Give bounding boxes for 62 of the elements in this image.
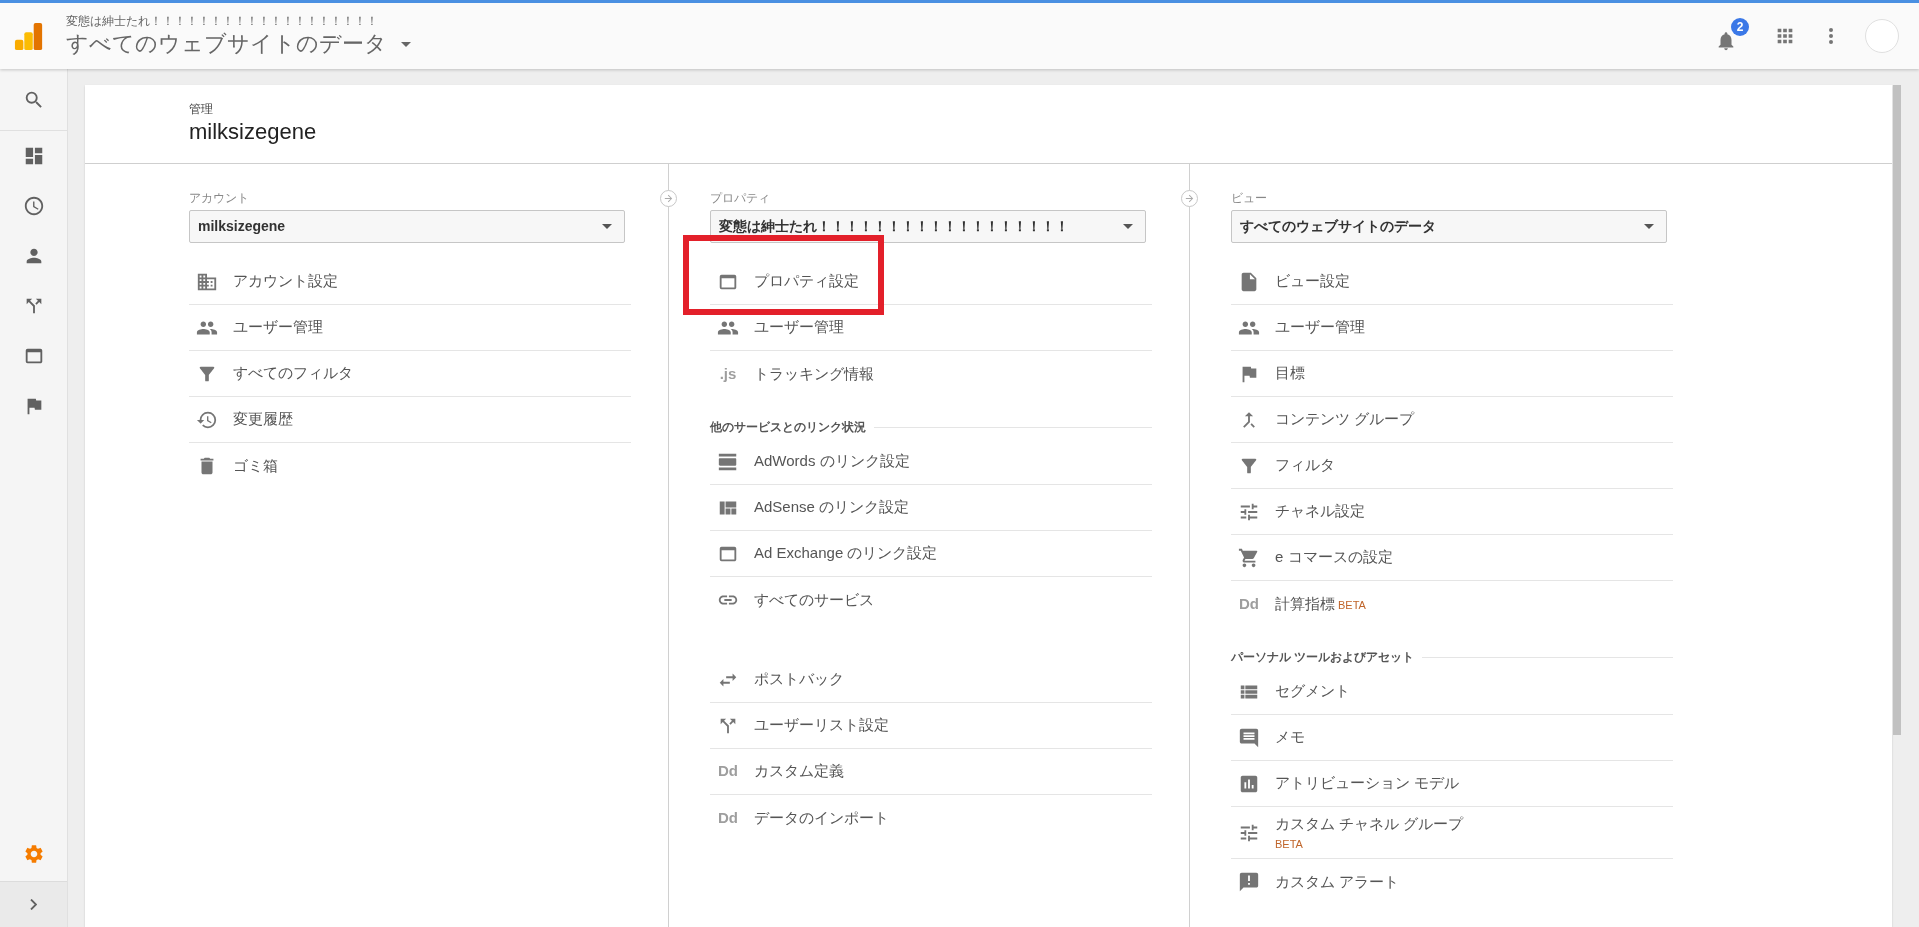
section-heading: 他のサービスとのリンク状況	[710, 419, 866, 436]
settings-link[interactable]: データのインポート	[754, 806, 889, 830]
settings-link[interactable]: すべてのフィルタ	[233, 362, 353, 385]
caret-icon	[602, 224, 612, 229]
settings-link[interactable]: 変更履歴	[233, 408, 293, 431]
comment-icon	[1238, 726, 1260, 749]
beta-label: BETA	[1275, 836, 1304, 852]
icon-glyph: Dd	[718, 807, 738, 828]
analytics-logo	[14, 21, 44, 51]
settings-link[interactable]: ゴミ箱	[233, 454, 278, 478]
column-label: プロパティ	[710, 190, 771, 206]
page-label: 管理	[189, 101, 214, 117]
settings-link[interactable]: セグメント	[1275, 680, 1350, 703]
settings-link[interactable]: ユーザー管理	[233, 316, 323, 339]
clock-icon	[22, 195, 45, 217]
settings-link[interactable]: プロパティ設定	[754, 270, 859, 293]
settings-link[interactable]: アカウント設定	[233, 270, 338, 293]
settings-icon	[22, 843, 45, 865]
settings-link[interactable]: ビュー設定	[1275, 270, 1350, 293]
settings-link[interactable]: ユーザーリスト設定	[754, 714, 889, 737]
notification-count: 2	[1731, 18, 1749, 36]
caret-icon	[1644, 224, 1654, 229]
scrollbar[interactable]	[1893, 85, 1901, 735]
cart-icon	[1238, 546, 1260, 569]
settings-link[interactable]: チャネル設定	[1275, 500, 1365, 523]
column-label: ビュー	[1231, 190, 1268, 206]
caret-icon	[401, 41, 411, 47]
select-dropdown[interactable]: milksizegene	[189, 210, 625, 243]
settings-link[interactable]: トラッキング情報	[754, 362, 874, 386]
settings-link[interactable]: カスタム チャネル グループ	[1275, 813, 1464, 836]
settings-link[interactable]: AdWords のリンク設定	[754, 450, 910, 473]
settings-link[interactable]: AdSense のリンク設定	[754, 496, 910, 519]
settings-link[interactable]: ユーザー管理	[1275, 316, 1365, 339]
settings-link[interactable]: カスタム定義	[754, 760, 844, 783]
settings-link[interactable]: すべてのサービス	[754, 588, 874, 612]
icon-glyph: Dd	[718, 761, 738, 782]
settings-link[interactable]: コンテンツ グループ	[1275, 408, 1415, 431]
settings-link[interactable]: ユーザー管理	[754, 316, 844, 339]
caret-icon	[1123, 224, 1133, 229]
notifications-button[interactable]: 2	[1713, 18, 1749, 54]
chevron-icon	[30, 899, 37, 910]
icon-glyph: Dd	[1239, 593, 1259, 614]
icon-glyph: .js	[719, 363, 737, 384]
beta-label: BETA	[1338, 597, 1366, 613]
property-name: 変態は紳士たれ！！！！！！！！！！！！！！！！！！！	[66, 13, 379, 29]
select-dropdown[interactable]: すべてのウェブサイトのデータ	[1231, 210, 1667, 243]
view-selector[interactable]: すべてのウェブサイトのデータ	[66, 29, 411, 59]
settings-link[interactable]: ポストバック	[754, 668, 844, 691]
settings-link[interactable]: 計算指標	[1275, 592, 1335, 616]
settings-link[interactable]: 目標	[1275, 362, 1305, 385]
settings-link[interactable]: e コマースの設定	[1275, 546, 1393, 569]
settings-link[interactable]: フィルタ	[1275, 454, 1335, 477]
column-label: アカウント	[189, 190, 250, 206]
section-heading: パーソナル ツールおよびアセット	[1231, 649, 1415, 666]
more-icon	[1829, 28, 1833, 44]
announcement-icon	[1238, 871, 1260, 893]
settings-link[interactable]: Ad Exchange のリンク設定	[754, 542, 938, 565]
settings-link[interactable]: メモ	[1275, 726, 1305, 749]
settings-link[interactable]: アトリビューション モデル	[1275, 772, 1460, 795]
select-dropdown[interactable]: 変態は紳士たれ！！！！！！！！！！！！！！！！！！	[710, 210, 1146, 243]
settings-link[interactable]: カスタム アラート	[1275, 870, 1400, 894]
account-title: milksizegene	[189, 118, 318, 146]
